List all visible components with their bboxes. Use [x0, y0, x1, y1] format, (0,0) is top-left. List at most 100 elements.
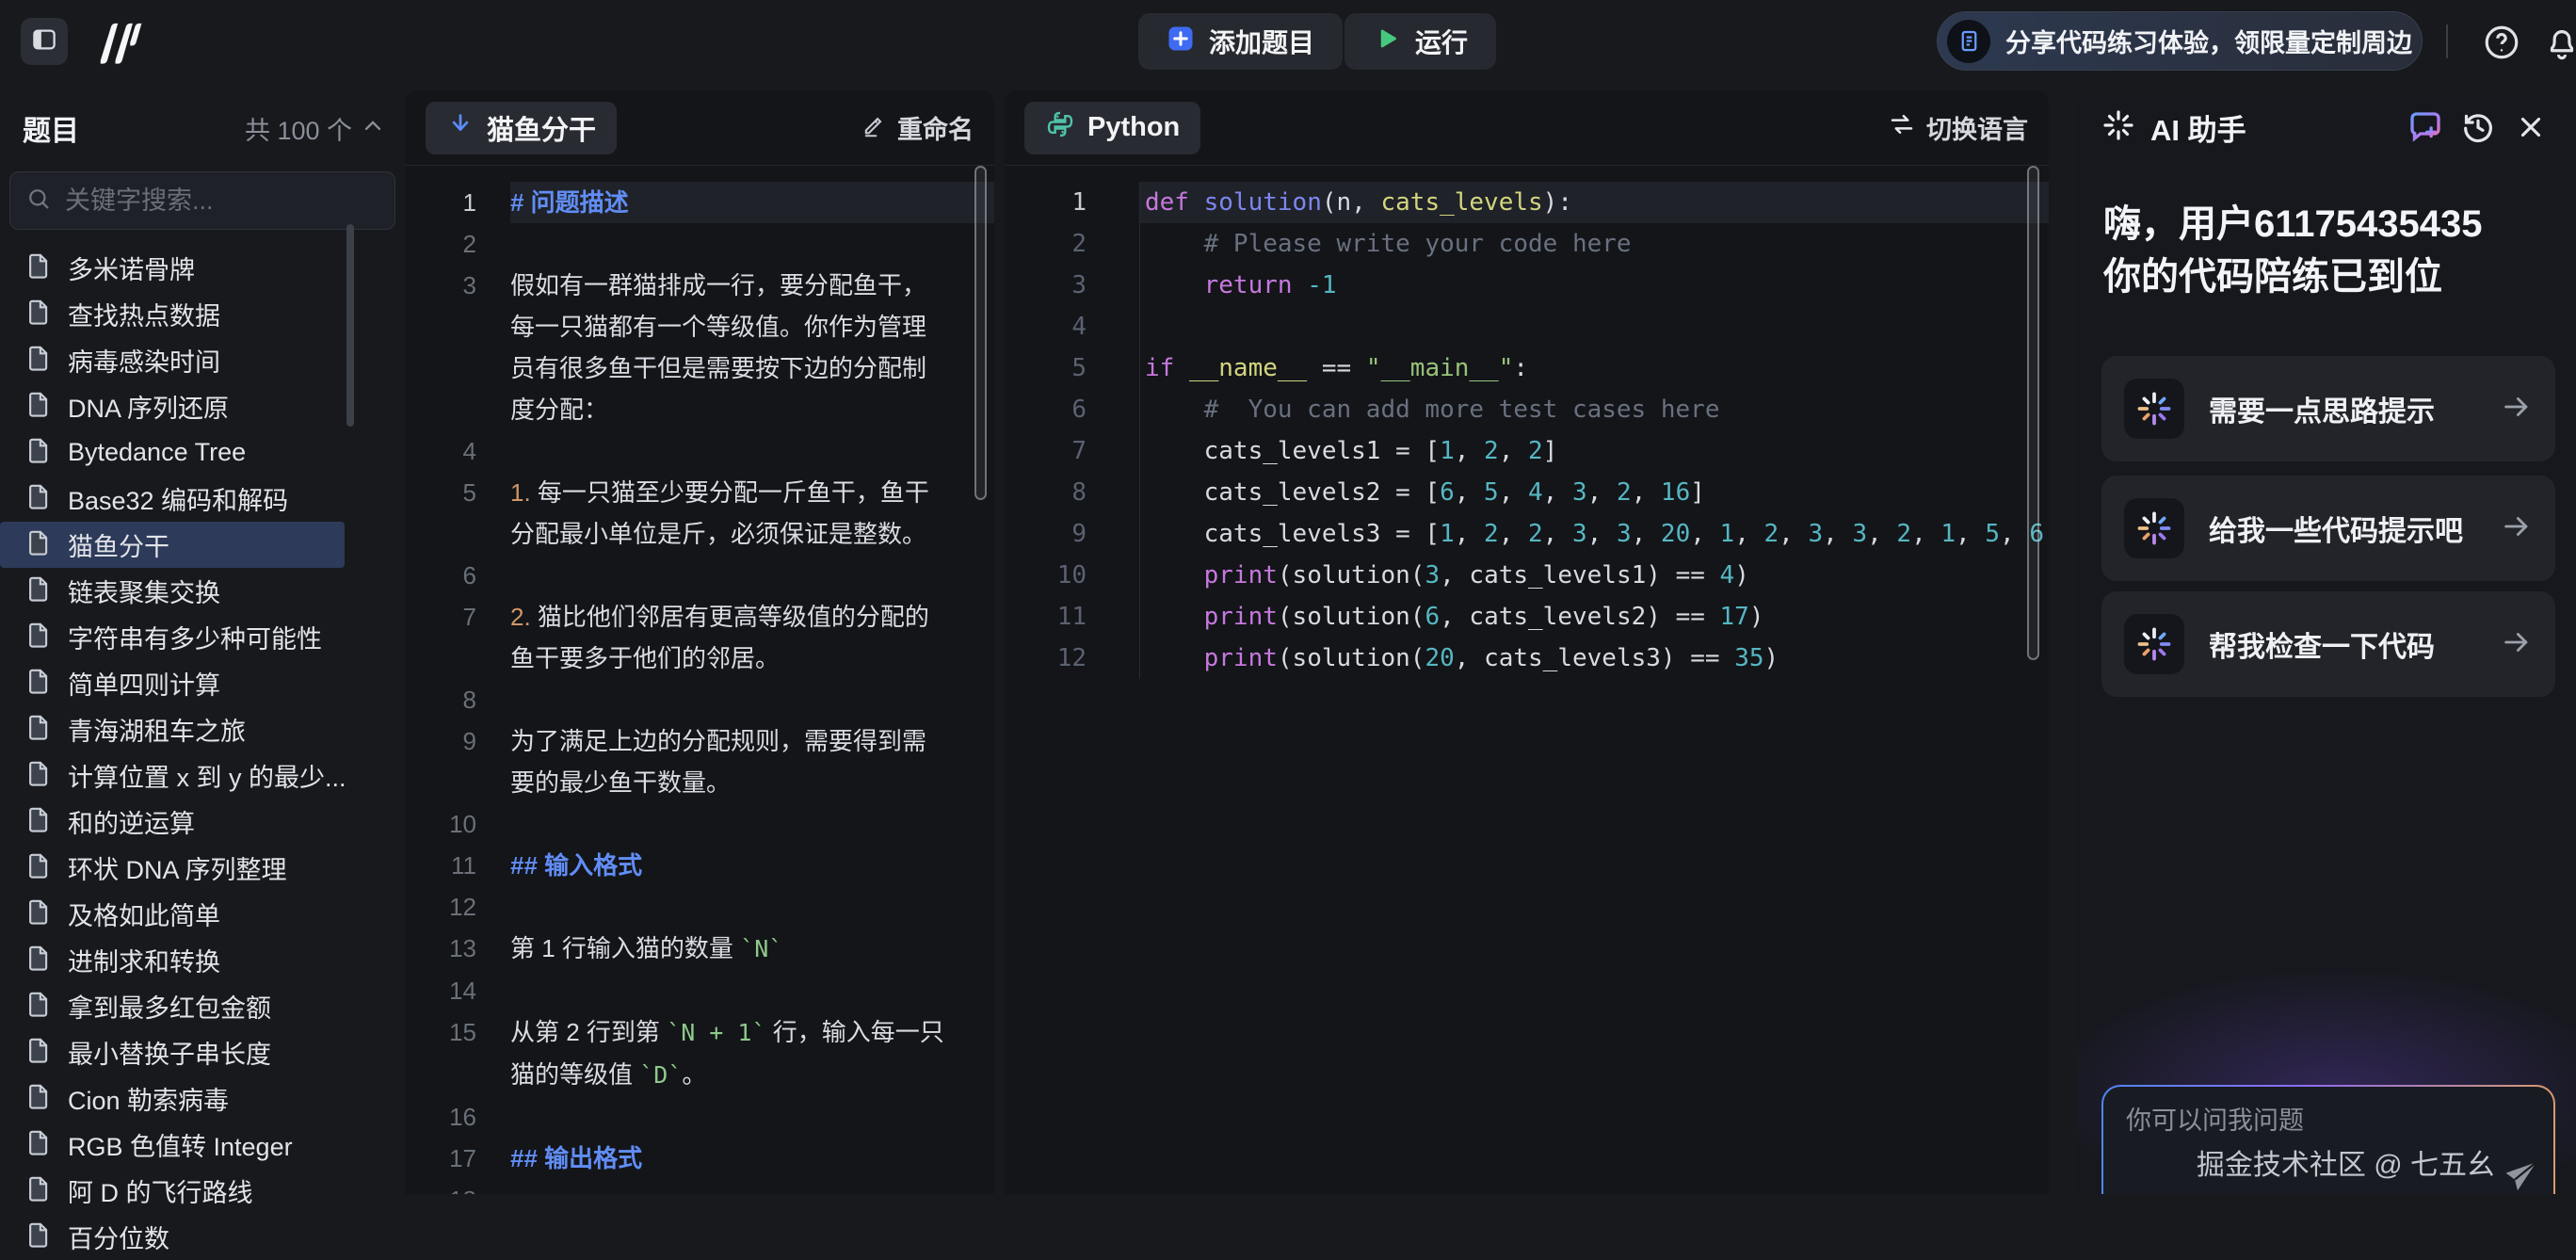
line-content[interactable]: 1. 每一只猫至少要分配一斤鱼干，鱼干分配最小单位是斤，必须保证是整数。 — [510, 472, 994, 555]
ai-suggestion-card[interactable]: 给我一些代码提示吧 — [2101, 476, 2555, 581]
line-content[interactable]: 为了满足上边的分配规则，需要得到需要的最少鱼干数量。 — [510, 720, 994, 803]
editor-line[interactable]: 1# 问题描述 — [405, 182, 994, 223]
editor-line[interactable]: 6 — [405, 555, 994, 596]
code-editor[interactable]: 1def solution(n, cats_levels):2 # Please… — [1004, 167, 2049, 1194]
sidebar-item[interactable]: 环状 DNA 序列整理 — [0, 845, 345, 891]
sidebar-item[interactable]: 和的逆运算 — [0, 799, 345, 845]
sidebar-item[interactable]: 最小替换子串长度 — [0, 1029, 345, 1075]
new-chat-icon[interactable] — [2405, 106, 2446, 148]
editor-line[interactable]: 10 — [405, 803, 994, 845]
line-content[interactable]: cats_levels1 = [1, 2, 2] — [1140, 430, 2049, 472]
editor-line[interactable]: 10 print(solution(3, cats_levels1) == 4) — [1004, 555, 2049, 596]
sidebar-item[interactable]: Base32 编码和解码 — [0, 476, 345, 522]
line-content[interactable] — [510, 1179, 994, 1194]
editor-line[interactable]: 51. 每一只猫至少要分配一斤鱼干，鱼干分配最小单位是斤，必须保证是整数。 — [405, 472, 994, 555]
line-content[interactable] — [1140, 306, 2049, 347]
ai-suggestion-card[interactable]: 需要一点思路提示 — [2101, 356, 2555, 461]
sidebar-item[interactable]: RGB 色值转 Integer — [0, 1122, 345, 1168]
problem-search[interactable] — [9, 171, 395, 230]
sidebar-scrollbar[interactable] — [346, 224, 354, 427]
editor-line[interactable]: 1def solution(n, cats_levels): — [1004, 182, 2049, 223]
line-content[interactable]: 假如有一群猫排成一行，要分配鱼干，每一只猫都有一个等级值。你作为管理员有很多鱼干… — [510, 265, 994, 430]
editor-line[interactable]: 2 — [405, 223, 994, 265]
editor-line[interactable]: 17## 输出格式 — [405, 1138, 994, 1179]
editor-line[interactable]: 72. 猫比他们邻居有更高等级值的分配的鱼干要多于他们的邻居。 — [405, 596, 994, 679]
ai-suggestion-card[interactable]: 帮我检查一下代码 — [2101, 591, 2555, 697]
description-scrollbar[interactable] — [974, 166, 987, 500]
notifications-bell-icon[interactable] — [2542, 23, 2576, 62]
rename-button[interactable]: 重命名 — [861, 109, 974, 146]
history-icon[interactable] — [2457, 106, 2499, 148]
run-button[interactable]: 运行 — [1344, 13, 1496, 70]
line-content[interactable] — [510, 803, 994, 845]
editor-line[interactable]: 11 print(solution(6, cats_levels2) == 17… — [1004, 596, 2049, 638]
switch-language-button[interactable]: 切换语言 — [1888, 109, 2028, 146]
line-content[interactable]: print(solution(3, cats_levels1) == 4) — [1140, 555, 2049, 596]
line-content[interactable]: print(solution(6, cats_levels2) == 17) — [1140, 596, 2049, 638]
code-scrollbar[interactable] — [2027, 166, 2039, 660]
sidebar-item[interactable]: 计算位置 x 到 y 的最少... — [0, 752, 345, 799]
sidebar-item[interactable]: 进制求和转换 — [0, 937, 345, 983]
problem-tab[interactable]: 猫鱼分干 — [426, 102, 617, 154]
sidebar-item[interactable]: 查找热点数据 — [0, 291, 345, 337]
line-content[interactable]: 2. 猫比他们邻居有更高等级值的分配的鱼干要多于他们的邻居。 — [510, 596, 994, 679]
search-input[interactable] — [63, 186, 400, 217]
sidebar-item[interactable]: Bytedance Tree — [0, 429, 345, 476]
editor-line[interactable]: 9 cats_levels3 = [1, 2, 2, 3, 3, 20, 1, … — [1004, 513, 2049, 555]
send-icon[interactable] — [2501, 1156, 2542, 1194]
language-tab[interactable]: Python — [1024, 102, 1200, 154]
sidebar-item[interactable]: 拿到最多红包金额 — [0, 983, 345, 1029]
line-content[interactable]: cats_levels3 = [1, 2, 2, 3, 3, 20, 1, 2,… — [1140, 513, 2049, 555]
sidebar-item[interactable]: 链表聚集交换 — [0, 568, 345, 614]
sidebar-item[interactable]: 简单四则计算 — [0, 660, 345, 706]
editor-line[interactable]: 2 # Please write your code here — [1004, 223, 2049, 265]
editor-line[interactable]: 12 — [405, 886, 994, 928]
editor-line[interactable]: 4 — [1004, 306, 2049, 347]
line-content[interactable] — [510, 555, 994, 596]
line-content[interactable] — [510, 886, 994, 928]
line-content[interactable]: 从第 2 行到第 `N + 1` 行，输入每一只猫的等级值 `D`。 — [510, 1011, 994, 1096]
line-content[interactable] — [510, 1096, 994, 1138]
editor-line[interactable]: 9为了满足上边的分配规则，需要得到需要的最少鱼干数量。 — [405, 720, 994, 803]
editor-line[interactable]: 16 — [405, 1096, 994, 1138]
sidebar-item[interactable]: 病毒感染时间 — [0, 337, 345, 383]
line-content[interactable]: # 问题描述 — [510, 182, 994, 223]
sidebar-item[interactable]: 百分位数 — [0, 1214, 345, 1260]
editor-line[interactable]: 15从第 2 行到第 `N + 1` 行，输入每一只猫的等级值 `D`。 — [405, 1011, 994, 1096]
line-content[interactable]: 第 1 行输入猫的数量 `N` — [510, 928, 994, 970]
editor-line[interactable]: 13第 1 行输入猫的数量 `N` — [405, 928, 994, 970]
markdown-editor[interactable]: 1# 问题描述23假如有一群猫排成一行，要分配鱼干，每一只猫都有一个等级值。你作… — [405, 167, 994, 1194]
editor-line[interactable]: 14 — [405, 970, 994, 1011]
sidebar-item[interactable]: 青海湖租车之旅 — [0, 706, 345, 752]
sidebar-item[interactable]: 字符串有多少种可能性 — [0, 614, 345, 660]
sidebar-item[interactable]: DNA 序列还原 — [0, 383, 345, 429]
editor-line[interactable]: 7 cats_levels1 = [1, 2, 2] — [1004, 430, 2049, 472]
line-content[interactable] — [510, 430, 994, 472]
editor-line[interactable]: 18 — [405, 1179, 994, 1194]
sidebar-item[interactable]: 多米诺骨牌 — [0, 245, 345, 291]
editor-line[interactable]: 3 return -1 — [1004, 265, 2049, 306]
add-problem-button[interactable]: 添加题目 — [1138, 13, 1343, 70]
app-logo[interactable] — [94, 19, 145, 69]
line-content[interactable]: ## 输出格式 — [510, 1138, 994, 1179]
line-content[interactable]: # Please write your code here — [1140, 223, 2049, 265]
ai-question-input[interactable] — [2124, 1106, 2414, 1137]
line-content[interactable]: def solution(n, cats_levels): — [1140, 182, 2049, 223]
editor-line[interactable]: 8 — [405, 679, 994, 720]
line-content[interactable]: cats_levels2 = [6, 5, 4, 3, 2, 16] — [1140, 472, 2049, 513]
promo-banner[interactable]: 分享代码练习体验，领限量定制周边 — [1937, 11, 2423, 71]
line-content[interactable]: ## 输入格式 — [510, 845, 994, 886]
line-content[interactable] — [510, 970, 994, 1011]
line-content[interactable]: if __name__ == "__main__": — [1140, 347, 2049, 389]
editor-line[interactable]: 12 print(solution(20, cats_levels3) == 3… — [1004, 638, 2049, 679]
line-content[interactable] — [510, 679, 994, 720]
sidebar-item[interactable]: 及格如此简单 — [0, 891, 345, 937]
chevron-up-icon[interactable] — [360, 113, 386, 144]
sidebar-item[interactable]: 阿 D 的飞行路线 — [0, 1168, 345, 1214]
editor-line[interactable]: 5if __name__ == "__main__": — [1004, 347, 2049, 389]
editor-line[interactable]: 11## 输入格式 — [405, 845, 994, 886]
line-content[interactable]: # You can add more test cases here — [1140, 389, 2049, 430]
editor-line[interactable]: 4 — [405, 430, 994, 472]
editor-line[interactable]: 8 cats_levels2 = [6, 5, 4, 3, 2, 16] — [1004, 472, 2049, 513]
line-content[interactable] — [510, 223, 994, 265]
